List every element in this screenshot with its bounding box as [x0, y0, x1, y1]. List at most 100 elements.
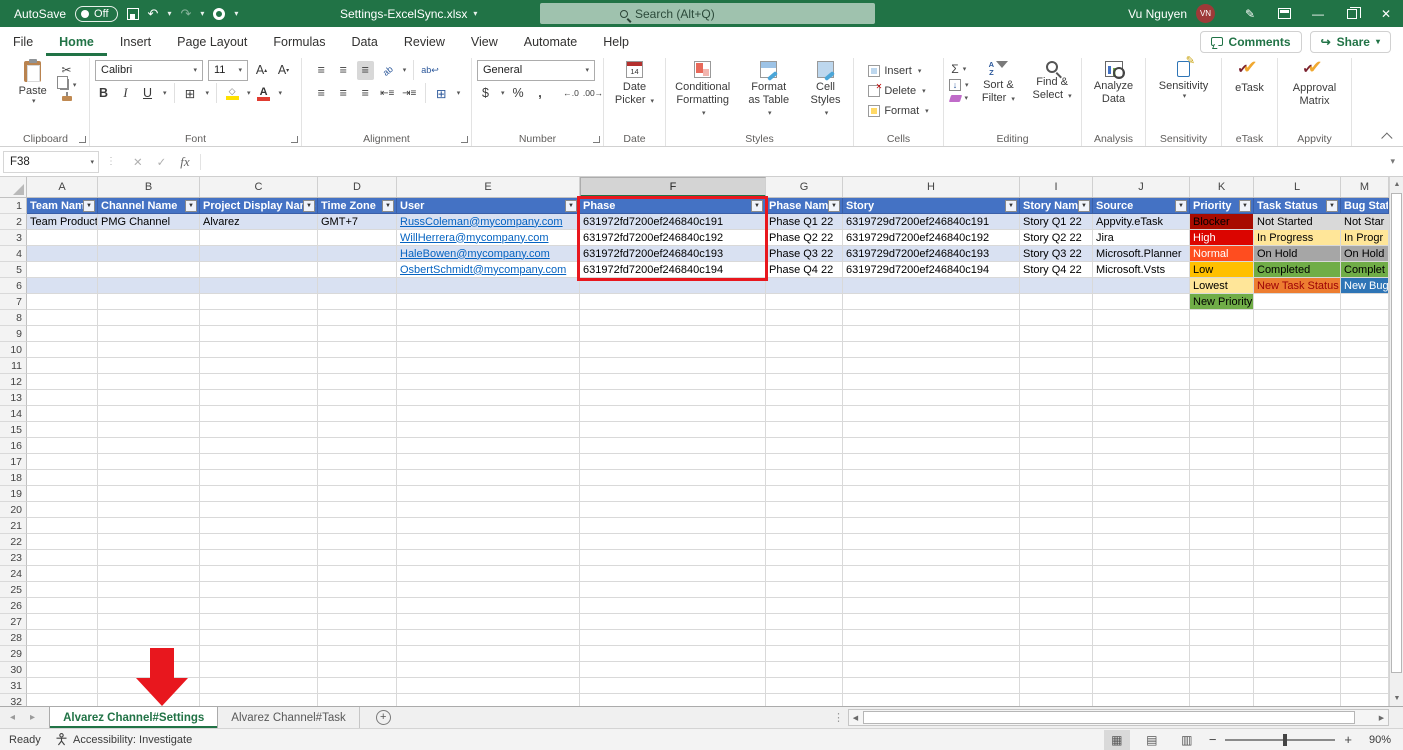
cell-C2[interactable]: Alvarez	[200, 214, 318, 230]
cell-A8[interactable]	[27, 310, 98, 326]
cell-C3[interactable]	[200, 230, 318, 246]
cell-M31[interactable]	[1341, 678, 1389, 694]
cell-K22[interactable]	[1190, 534, 1254, 550]
cell-E7[interactable]	[397, 294, 580, 310]
sheet-nav-left-icon[interactable]: ◂	[10, 712, 15, 723]
cell-E28[interactable]	[397, 630, 580, 646]
select-all-corner[interactable]	[0, 177, 27, 197]
cell-C18[interactable]	[200, 470, 318, 486]
cell-H17[interactable]	[843, 454, 1020, 470]
cell-G10[interactable]	[766, 342, 843, 358]
cell-K5[interactable]: Low	[1190, 262, 1254, 278]
increase-indent-icon[interactable]: ⇥≡	[401, 84, 418, 103]
cell-K7[interactable]: New Priority	[1190, 294, 1254, 310]
cell-E30[interactable]	[397, 662, 580, 678]
filter-button-K[interactable]: ▼	[1239, 200, 1251, 212]
cell-K10[interactable]	[1190, 342, 1254, 358]
cell-F8[interactable]	[580, 310, 766, 326]
table-header-cell-K[interactable]: Priority▼	[1190, 198, 1254, 214]
cell-L18[interactable]	[1254, 470, 1341, 486]
currency-format-icon[interactable]: $	[477, 84, 494, 103]
cell-G28[interactable]	[766, 630, 843, 646]
cell-L17[interactable]	[1254, 454, 1341, 470]
cell-A22[interactable]	[27, 534, 98, 550]
cell-L19[interactable]	[1254, 486, 1341, 502]
cell-M27[interactable]	[1341, 614, 1389, 630]
tab-formulas[interactable]: Formulas	[260, 27, 338, 56]
cell-L14[interactable]	[1254, 406, 1341, 422]
cell-K11[interactable]	[1190, 358, 1254, 374]
row-header-30[interactable]: 30	[0, 662, 27, 678]
cell-K2[interactable]: Blocker	[1190, 214, 1254, 230]
cell-D13[interactable]	[318, 390, 397, 406]
font-name-select[interactable]: Calibri▾	[95, 60, 203, 81]
insert-cells-button[interactable]: Insert▾	[868, 61, 928, 80]
cell-A13[interactable]	[27, 390, 98, 406]
cell-L24[interactable]	[1254, 566, 1341, 582]
minimize-button[interactable]: —	[1301, 0, 1335, 27]
cell-M9[interactable]	[1341, 326, 1389, 342]
cell-I32[interactable]	[1020, 694, 1093, 706]
filter-button-E[interactable]: ▼	[565, 200, 577, 212]
cell-J21[interactable]	[1093, 518, 1190, 534]
table-header-cell-D[interactable]: Time Zone▼	[318, 198, 397, 214]
cell-L23[interactable]	[1254, 550, 1341, 566]
cell-B21[interactable]	[98, 518, 200, 534]
cell-B8[interactable]	[98, 310, 200, 326]
font-dialog-launcher[interactable]	[291, 136, 298, 143]
cell-F12[interactable]	[580, 374, 766, 390]
cell-F29[interactable]	[580, 646, 766, 662]
cell-C16[interactable]	[200, 438, 318, 454]
cell-M7[interactable]	[1341, 294, 1389, 310]
cell-E2[interactable]: RussColeman@mycompany.com	[397, 214, 580, 230]
cell-I14[interactable]	[1020, 406, 1093, 422]
cell-C17[interactable]	[200, 454, 318, 470]
cell-D23[interactable]	[318, 550, 397, 566]
cell-H8[interactable]	[843, 310, 1020, 326]
collapse-ribbon-icon[interactable]	[1381, 132, 1392, 143]
cell-J13[interactable]	[1093, 390, 1190, 406]
cell-A16[interactable]	[27, 438, 98, 454]
cell-B18[interactable]	[98, 470, 200, 486]
cell-C8[interactable]	[200, 310, 318, 326]
name-box-input[interactable]	[4, 156, 74, 168]
cell-J29[interactable]	[1093, 646, 1190, 662]
align-left-icon[interactable]: ≡	[313, 84, 330, 103]
row-header-16[interactable]: 16	[0, 438, 27, 454]
cell-M6[interactable]: New Bug	[1341, 278, 1389, 294]
cell-H6[interactable]	[843, 278, 1020, 294]
tab-insert[interactable]: Insert	[107, 27, 164, 56]
page-layout-view-icon[interactable]: ▤	[1139, 730, 1165, 750]
filter-button-A[interactable]: ▼	[83, 200, 95, 212]
cell-L5[interactable]: Completed	[1254, 262, 1341, 278]
cell-G18[interactable]	[766, 470, 843, 486]
cell-C22[interactable]	[200, 534, 318, 550]
cell-C31[interactable]	[200, 678, 318, 694]
expand-formula-bar-icon[interactable]: ▾	[1382, 156, 1403, 167]
font-color-icon[interactable]: A	[256, 86, 272, 101]
cell-D21[interactable]	[318, 518, 397, 534]
clipboard-dialog-launcher[interactable]	[79, 136, 86, 143]
filter-button-C[interactable]: ▼	[303, 200, 315, 212]
top-align-icon[interactable]: ≡	[313, 61, 330, 80]
cell-L4[interactable]: On Hold	[1254, 246, 1341, 262]
wrap-text-icon[interactable]: ab↩	[421, 61, 439, 80]
decrease-font-icon[interactable]: A▾	[275, 61, 292, 80]
cell-styles-button[interactable]: Cell Styles ▾	[803, 60, 848, 120]
tab-automate[interactable]: Automate	[511, 27, 591, 56]
cell-H3[interactable]: 6319729d7200ef246840c192	[843, 230, 1020, 246]
quick-access-dropdown-icon[interactable]: ▾	[234, 9, 238, 18]
row-header-21[interactable]: 21	[0, 518, 27, 534]
cell-E13[interactable]	[397, 390, 580, 406]
cut-icon[interactable]: ✂	[62, 63, 72, 77]
cell-J30[interactable]	[1093, 662, 1190, 678]
cell-B7[interactable]	[98, 294, 200, 310]
autosum-icon[interactable]: Σ	[951, 62, 958, 76]
cell-G25[interactable]	[766, 582, 843, 598]
cell-G19[interactable]	[766, 486, 843, 502]
cell-J26[interactable]	[1093, 598, 1190, 614]
horizontal-scrollbar-thumb[interactable]	[863, 711, 1355, 724]
cell-E18[interactable]	[397, 470, 580, 486]
cell-K25[interactable]	[1190, 582, 1254, 598]
cell-H4[interactable]: 6319729d7200ef246840c193	[843, 246, 1020, 262]
